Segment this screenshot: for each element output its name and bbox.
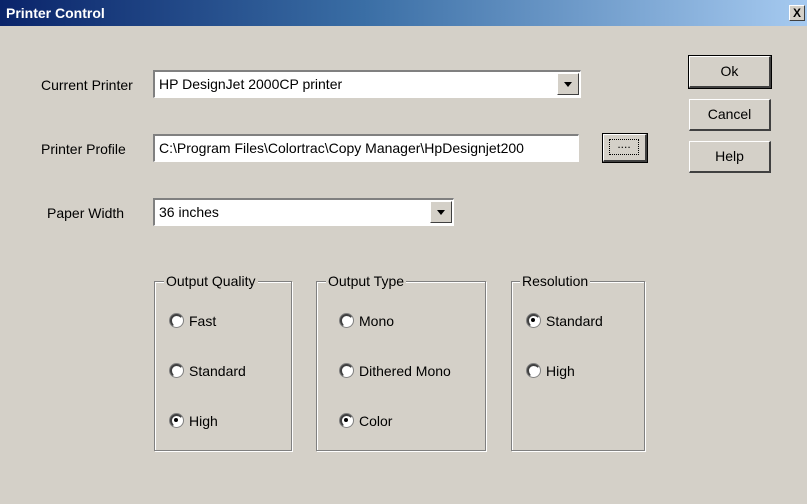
browse-button[interactable]: ....: [602, 133, 648, 163]
radio-selected-icon: [527, 314, 540, 327]
printer-profile-label: Printer Profile: [41, 141, 126, 157]
radio-circle-icon: [340, 364, 353, 377]
radio-circle-icon: [170, 364, 183, 377]
cancel-button[interactable]: Cancel: [689, 99, 771, 131]
title-bar[interactable]: Printer Control X: [0, 0, 807, 26]
radio-selected-icon: [340, 414, 353, 427]
output-type-title: Output Type: [326, 273, 407, 289]
help-button[interactable]: Help: [689, 141, 771, 173]
paper-width-label: Paper Width: [47, 205, 125, 221]
paper-width-select[interactable]: 36 inches: [153, 198, 454, 226]
paper-width-value: 36 inches: [159, 204, 219, 220]
radio-circle-icon: [170, 314, 183, 327]
ok-button[interactable]: Ok: [688, 55, 772, 89]
close-icon: X: [792, 6, 801, 20]
window-title: Printer Control: [6, 5, 105, 21]
printer-profile-input[interactable]: C:\Program Files\Colortrac\Copy Manager\…: [153, 134, 579, 162]
paper-width-dropdown-button[interactable]: [430, 201, 452, 223]
radio-selected-icon: [170, 414, 183, 427]
ellipsis-icon: ....: [609, 138, 639, 155]
current-printer-dropdown-button[interactable]: [557, 73, 579, 95]
printer-profile-value: C:\Program Files\Colortrac\Copy Manager\…: [159, 140, 524, 156]
radio-circle-icon: [340, 314, 353, 327]
current-printer-select[interactable]: HP DesignJet 2000CP printer: [153, 70, 581, 98]
resolution-title: Resolution: [520, 273, 591, 289]
current-printer-value: HP DesignJet 2000CP printer: [159, 76, 343, 92]
close-button[interactable]: X: [789, 5, 805, 21]
output-quality-title: Output Quality: [164, 273, 258, 289]
current-printer-label: Current Printer: [41, 77, 133, 93]
radio-circle-icon: [527, 364, 540, 377]
